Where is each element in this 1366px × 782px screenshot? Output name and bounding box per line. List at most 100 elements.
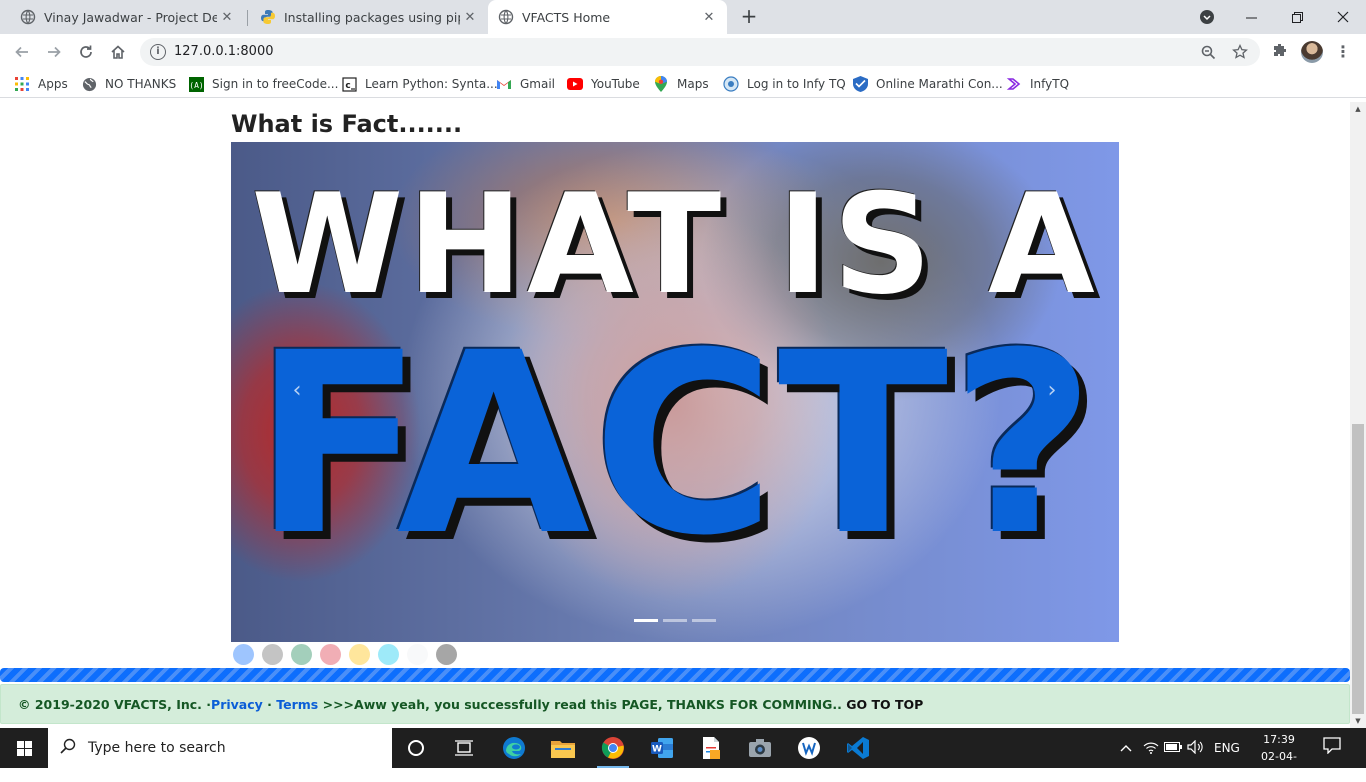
restore-icon <box>1291 11 1303 23</box>
color-swatch[interactable] <box>436 644 457 665</box>
color-swatch[interactable] <box>262 644 283 665</box>
page-title: What is Fact....... <box>231 110 463 138</box>
color-swatch[interactable] <box>407 644 428 665</box>
progress-stripe <box>0 668 1350 682</box>
task-view-icon[interactable] <box>444 732 484 764</box>
carousel-prev-button[interactable]: ‹ <box>287 378 307 406</box>
carousel-next-button[interactable]: › <box>1042 378 1062 406</box>
forward-button[interactable] <box>42 40 66 64</box>
bookmark-gmail[interactable]: Gmail <box>496 76 555 92</box>
bookmark-label: Log in to Infy TQ <box>747 77 846 91</box>
bookmark-apps[interactable]: Apps <box>14 76 68 92</box>
close-window-button[interactable] <box>1320 0 1366 34</box>
edge-icon[interactable] <box>494 732 534 764</box>
tab-installing-packages[interactable]: Installing packages using pip and ✕ <box>240 0 488 34</box>
page-viewport: What is Fact....... WHAT IS A FACT? ‹ › … <box>0 102 1350 728</box>
bookmark-no-thanks[interactable]: NO THANKS <box>81 76 176 92</box>
zoom-icon[interactable] <box>1198 42 1218 62</box>
go-to-top-link[interactable]: GO TO TOP <box>842 697 923 712</box>
scrollbar-thumb[interactable] <box>1352 424 1364 714</box>
close-tab-icon[interactable]: ✕ <box>460 10 480 25</box>
tab-project-detail[interactable]: Vinay Jawadwar - Project Detail ✕ <box>0 0 245 34</box>
color-swatch[interactable] <box>320 644 341 665</box>
youtube-icon <box>567 76 583 92</box>
restore-button[interactable] <box>1274 0 1320 34</box>
taskbar-clock[interactable]: 17:39 02-04-2021 <box>1256 731 1302 782</box>
page-scrollbar[interactable]: ▲ ▼ <box>1350 102 1366 728</box>
notification-center-icon[interactable] <box>1320 736 1344 760</box>
home-button[interactable] <box>106 40 130 64</box>
scroll-down-arrow-icon[interactable]: ▼ <box>1350 714 1366 728</box>
vscode-icon[interactable] <box>838 732 878 764</box>
new-tab-button[interactable]: + <box>737 4 761 28</box>
wifi-icon[interactable] <box>1140 740 1162 757</box>
menu-kebab-icon[interactable]: ⋮ <box>1335 42 1351 62</box>
file-explorer-icon[interactable] <box>543 732 583 764</box>
bookmark-learn-python[interactable]: c Learn Python: Synta... <box>341 76 498 92</box>
carousel-indicator[interactable] <box>634 619 658 622</box>
taskbar-search-placeholder: Type here to search <box>88 740 226 756</box>
reload-button[interactable] <box>74 40 98 64</box>
camera-icon[interactable] <box>740 732 780 764</box>
word-icon[interactable]: W <box>642 732 682 764</box>
address-url[interactable]: 127.0.0.1:8000 <box>174 44 274 59</box>
scroll-up-arrow-icon[interactable]: ▲ <box>1350 102 1366 116</box>
bookmark-label: Learn Python: Synta... <box>365 77 498 91</box>
battery-icon[interactable] <box>1162 741 1184 755</box>
windows-taskbar: Type here to search W ENG 17:39 02-04-20… <box>0 728 1366 780</box>
search-icon <box>48 738 88 758</box>
apps-grid-icon <box>14 76 30 92</box>
color-swatches <box>233 644 465 666</box>
carousel-indicator[interactable] <box>663 619 687 622</box>
chrome-icon[interactable] <box>593 732 633 768</box>
bookmark-maps[interactable]: Maps <box>653 76 709 92</box>
home-icon <box>111 45 125 59</box>
site-info-icon[interactable]: i <box>150 44 166 60</box>
star-icon[interactable] <box>1230 42 1250 62</box>
tab-vfacts-home[interactable]: VFACTS Home ✕ <box>488 0 727 34</box>
bookmark-label: YouTube <box>591 77 640 91</box>
bookmark-label: NO THANKS <box>105 77 177 91</box>
color-swatch[interactable] <box>378 644 399 665</box>
start-button[interactable] <box>0 728 48 768</box>
privacy-link[interactable]: Privacy <box>211 697 263 712</box>
infytq-icon <box>723 76 739 92</box>
bookmark-log-in-infytq[interactable]: Log in to Infy TQ <box>723 76 846 92</box>
back-button[interactable] <box>10 40 34 64</box>
bookmark-online-marathi[interactable]: Online Marathi Con... <box>852 76 1003 92</box>
minimize-button[interactable] <box>1228 0 1274 34</box>
chevron-down-circle-icon <box>1200 10 1214 24</box>
language-indicator[interactable]: ENG <box>1214 741 1240 755</box>
extensions-icon[interactable] <box>1270 42 1290 62</box>
close-tab-icon[interactable]: ✕ <box>217 10 237 25</box>
reload-icon <box>80 45 92 58</box>
clock-date: 02-04-2021 <box>1261 750 1297 780</box>
footer-copyright: © 2019-2020 VFACTS, Inc. · <box>18 696 212 712</box>
tab-search-button[interactable] <box>1184 0 1230 34</box>
cortana-icon[interactable] <box>396 732 436 764</box>
footer-message: >>>Aww yeah, you successfully read this … <box>318 696 842 712</box>
show-hidden-icons-chevron-icon[interactable] <box>1116 741 1136 755</box>
carousel-headline-line1: WHAT IS A <box>251 164 1099 325</box>
color-swatch[interactable] <box>233 644 254 665</box>
close-tab-icon[interactable]: ✕ <box>699 10 719 25</box>
volume-icon[interactable] <box>1184 739 1206 757</box>
bookmark-youtube[interactable]: YouTube <box>567 76 640 92</box>
taskbar-search-box[interactable]: Type here to search <box>48 728 392 768</box>
terms-link[interactable]: Terms <box>276 697 318 712</box>
profile-avatar[interactable] <box>1301 41 1323 63</box>
close-icon <box>1337 11 1349 23</box>
bookmark-infytq[interactable]: InfyTQ <box>1006 76 1069 92</box>
document-icon[interactable] <box>691 732 731 764</box>
bookmark-label: Gmail <box>520 77 556 91</box>
carousel-indicator[interactable] <box>692 619 716 622</box>
carousel-headline-line2: FACT? <box>252 299 1098 590</box>
app-icon[interactable] <box>789 732 829 764</box>
color-swatch[interactable] <box>291 644 312 665</box>
svg-text:(A): (A) <box>189 81 203 90</box>
color-swatch[interactable] <box>349 644 370 665</box>
address-bar[interactable]: i 127.0.0.1:8000 <box>140 38 1260 66</box>
bookmark-freecodecamp[interactable]: (A) Sign in to freeCode... <box>188 76 338 92</box>
system-tray: ENG <box>1116 728 1240 768</box>
bookmark-label: InfyTQ <box>1030 77 1070 91</box>
